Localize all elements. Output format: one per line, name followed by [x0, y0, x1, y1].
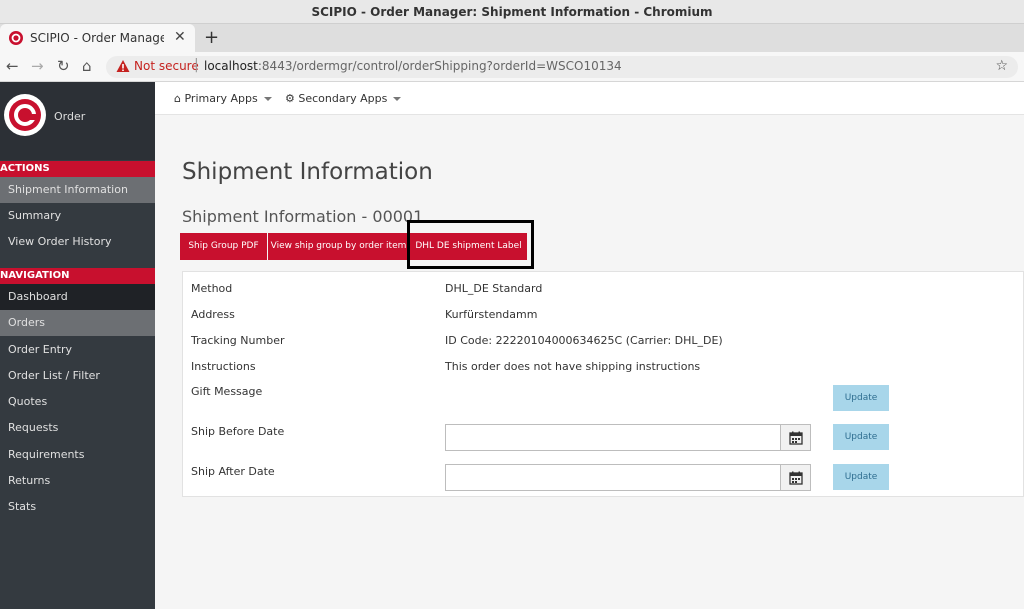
address-label: Address [191, 308, 235, 321]
instructions-value: This order does not have shipping instru… [445, 360, 701, 373]
primary-apps-menu[interactable]: ⌂ Primary Apps [174, 92, 272, 105]
page-title: Shipment Information [182, 159, 433, 185]
tab-strip: SCIPIO - Order Manager: S ✕ + [0, 24, 1024, 52]
update-ship-before-button[interactable]: Update [833, 424, 889, 450]
url-separator: | [194, 57, 199, 73]
gift-message-label: Gift Message [191, 385, 263, 398]
method-label: Method [191, 282, 233, 295]
actions-header: ACTIONS [0, 161, 155, 177]
top-navigation: ⌂ Primary Apps ⚙ Secondary Apps [155, 82, 1024, 115]
sidebar-logo-area[interactable]: Order [0, 82, 155, 160]
gear-icon: ⚙ [285, 92, 295, 105]
calendar-icon [789, 431, 803, 445]
ship-after-date-input[interactable] [445, 464, 781, 491]
chevron-down-icon [263, 97, 272, 101]
back-arrow-icon[interactable]: ← [6, 57, 19, 75]
sidebar-item-dashboard[interactable]: Dashboard [0, 284, 155, 310]
ship-after-label: Ship After Date [191, 465, 275, 478]
browser-toolbar: ← → ↻ ⌂ Not secure | localhost:8443/orde… [0, 52, 1024, 82]
sidebar-item-requests[interactable]: Requests [0, 415, 155, 441]
update-ship-after-button[interactable]: Update [833, 464, 889, 490]
tracking-label: Tracking Number [191, 334, 285, 347]
section-title: Shipment Information - 00001 [182, 207, 424, 226]
ship-after-calendar-button[interactable] [780, 464, 811, 491]
sidebar-item-quotes[interactable]: Quotes [0, 389, 155, 415]
ship-before-calendar-button[interactable] [780, 424, 811, 451]
window-title: SCIPIO - Order Manager: Shipment Informa… [311, 5, 713, 19]
method-value: DHL_DE Standard [445, 282, 543, 295]
new-tab-icon[interactable]: + [204, 27, 219, 48]
url-text[interactable]: localhost:8443/ordermgr/control/orderShi… [204, 59, 622, 73]
highlight-box [407, 220, 534, 269]
home-icon[interactable]: ⌂ [82, 57, 92, 75]
scipio-favicon-icon [9, 31, 23, 45]
bookmark-star-icon[interactable]: ☆ [995, 58, 1008, 74]
main-content: Shipment Information Shipment Informatio… [155, 115, 1024, 609]
url-host: localhost [204, 59, 258, 73]
tab-title: SCIPIO - Order Manager: S [30, 31, 164, 45]
app-name: Order [54, 110, 86, 123]
update-gift-message-button[interactable]: Update [833, 385, 889, 411]
sidebar-item-summary[interactable]: Summary [0, 203, 155, 229]
warning-triangle-icon[interactable] [116, 59, 130, 73]
browser-tab[interactable]: SCIPIO - Order Manager: S ✕ [0, 24, 195, 52]
sidebar: Order ACTIONS Shipment Information Summa… [0, 82, 155, 609]
home-icon: ⌂ [174, 92, 181, 105]
forward-arrow-icon[interactable]: → [31, 57, 44, 75]
chevron-down-icon [393, 97, 402, 101]
primary-apps-label: Primary Apps [184, 92, 258, 105]
scipio-logo-icon [4, 94, 46, 136]
navigation-header: NAVIGATION [0, 268, 155, 284]
instructions-label: Instructions [191, 360, 256, 373]
sidebar-item-stats[interactable]: Stats [0, 494, 155, 520]
view-ship-group-by-item-button[interactable]: View ship group by order item [268, 233, 409, 260]
ship-before-date-input[interactable] [445, 424, 781, 451]
sidebar-item-order-list-filter[interactable]: Order List / Filter [0, 363, 155, 389]
secondary-apps-menu[interactable]: ⚙ Secondary Apps [285, 92, 402, 105]
address-value: Kurfürstendamm [445, 308, 538, 321]
calendar-icon [789, 471, 803, 485]
tracking-value: ID Code: 22220104000634625C (Carrier: DH… [445, 334, 723, 347]
ship-before-label: Ship Before Date [191, 425, 285, 438]
url-path: :8443/ordermgr/control/orderShipping?ord… [257, 59, 622, 73]
sidebar-item-orders[interactable]: Orders [0, 310, 155, 336]
address-bar[interactable]: Not secure | localhost:8443/ordermgr/con… [106, 56, 1018, 78]
sidebar-item-view-order-history[interactable]: View Order History [0, 229, 155, 255]
security-status[interactable]: Not secure [134, 59, 199, 73]
reload-icon[interactable]: ↻ [57, 57, 70, 75]
sidebar-item-order-entry[interactable]: Order Entry [0, 337, 155, 363]
ship-group-pdf-button[interactable]: Ship Group PDF [180, 233, 267, 260]
window-titlebar: SCIPIO - Order Manager: Shipment Informa… [0, 0, 1024, 24]
secondary-apps-label: Secondary Apps [298, 92, 388, 105]
shipment-info-panel: Method DHL_DE Standard Address Kurfürste… [182, 271, 1024, 497]
sidebar-item-shipment-information[interactable]: Shipment Information [0, 177, 155, 203]
sidebar-item-returns[interactable]: Returns [0, 468, 155, 494]
tab-close-icon[interactable]: ✕ [174, 29, 186, 45]
sidebar-item-requirements[interactable]: Requirements [0, 442, 155, 468]
